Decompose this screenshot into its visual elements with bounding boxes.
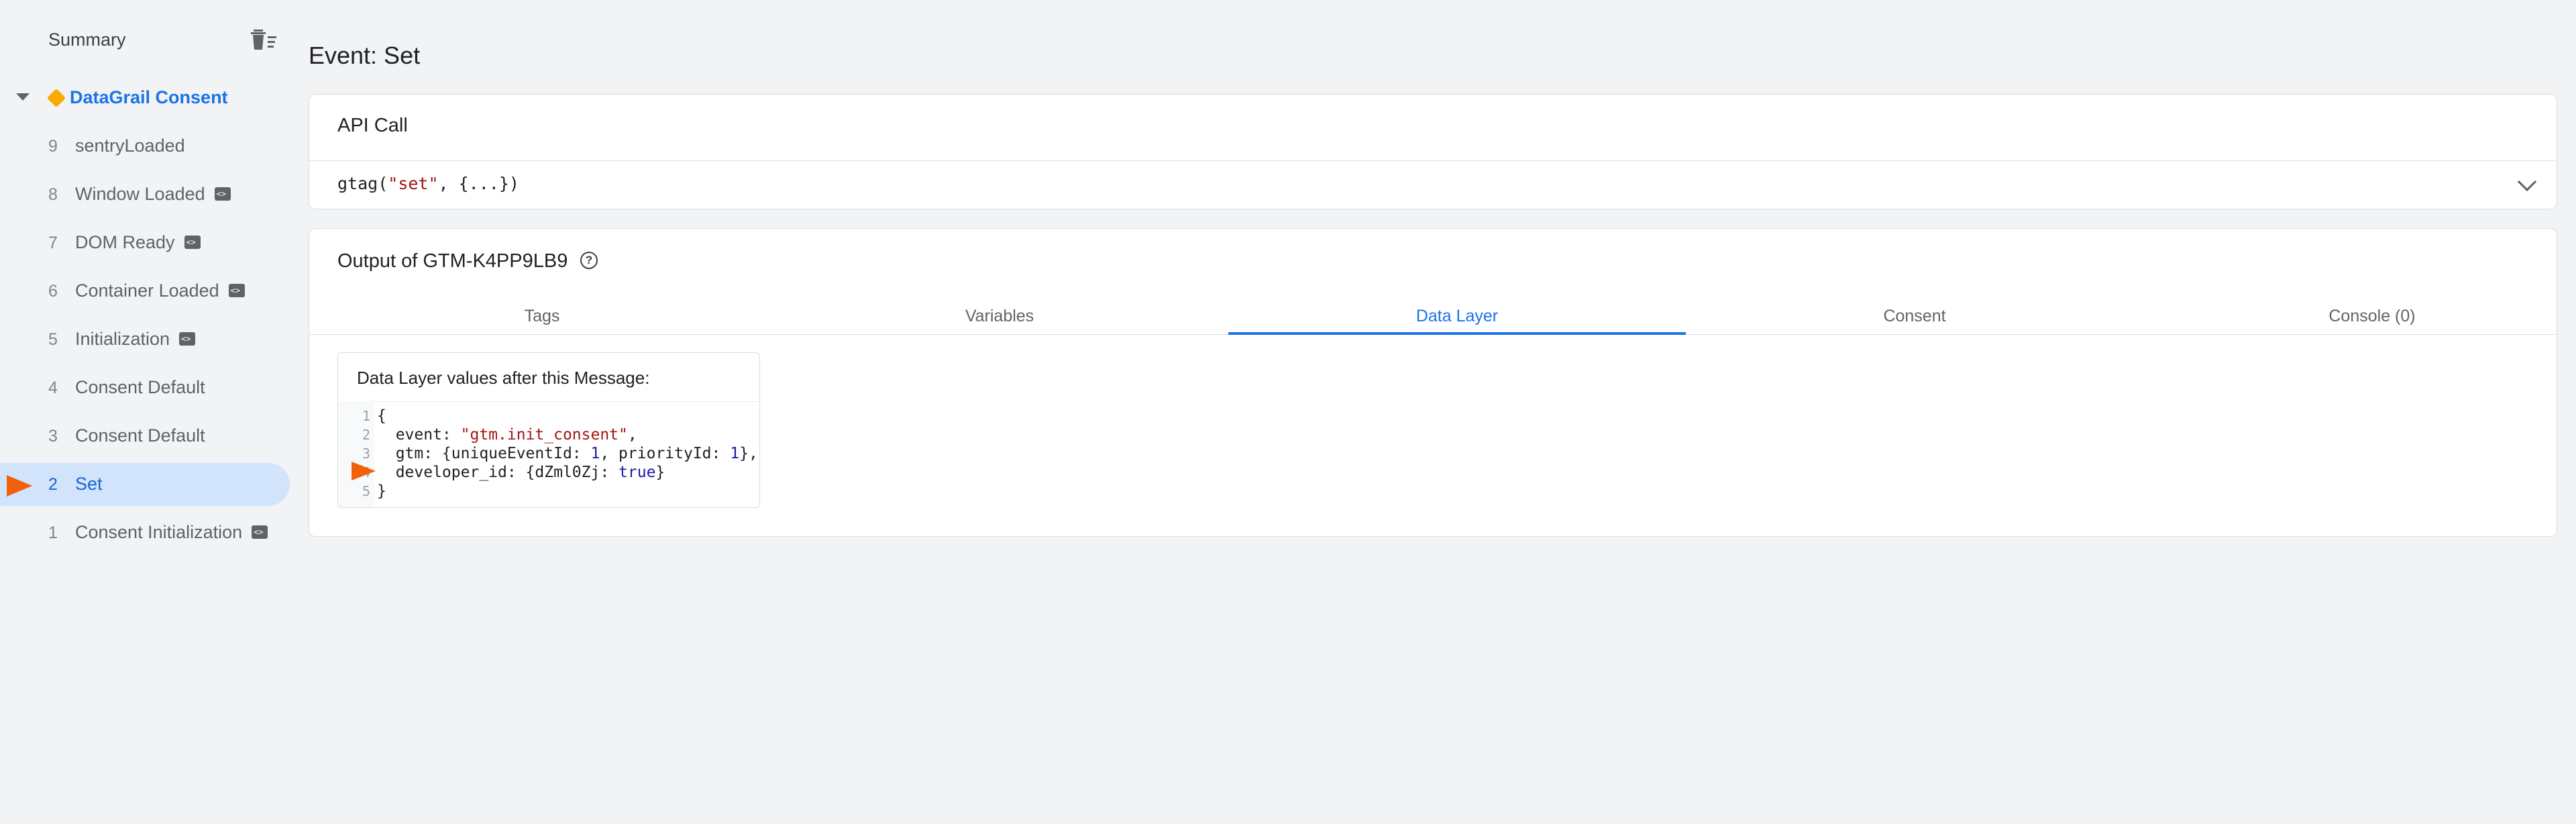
tab-consent[interactable]: Consent [1686, 296, 2143, 335]
code-badge-icon [179, 331, 196, 346]
tab-variables[interactable]: Variables [771, 296, 1228, 335]
sidebar-event-item[interactable]: 8 Window Loaded [0, 173, 290, 216]
line-content: gtm: {uniqueEventId: 1, priorityId: 1}, [377, 445, 758, 462]
summary-row[interactable]: Summary [0, 20, 295, 59]
divider [338, 401, 759, 402]
sidebar-event-item[interactable]: 2 Set [0, 463, 290, 506]
output-card: Output of GTM-K4PP9LB9 ? Tags Variables Da… [309, 228, 2557, 537]
diamond-icon [46, 88, 66, 108]
event-label: Set [75, 474, 103, 494]
event-number: 8 [48, 185, 58, 204]
chevron-down-icon[interactable] [2517, 172, 2537, 192]
sidebar-event-item[interactable]: 3 Consent Default [0, 415, 290, 458]
tab-data-layer[interactable]: Data Layer [1228, 296, 1686, 335]
event-number: 3 [48, 427, 58, 446]
page-title: Event: Set [309, 42, 421, 69]
tab-console-0[interactable]: Console (0) [2143, 296, 2576, 335]
event-label: DOM Ready [75, 232, 201, 253]
sidebar: Summary DataGrail Consent 9 sentryLoaded 8… [0, 0, 295, 824]
current-event-arrow-icon [7, 475, 32, 497]
clear-messages-icon[interactable] [250, 27, 278, 52]
event-number: 7 [48, 234, 58, 252]
api-call-title: API Call [337, 115, 408, 136]
event-label: Consent Default [75, 425, 205, 446]
line-number: 2 [362, 427, 370, 443]
data-layer-heading: Data Layer values after this Message: [357, 368, 650, 388]
code-badge-icon [252, 525, 268, 539]
line-content: event: "gtm.init_consent", [377, 426, 637, 444]
code-badge-icon [214, 187, 231, 201]
output-title: Output of GTM-K4PP9LB9 [337, 250, 568, 272]
event-label: Initialization [75, 329, 196, 350]
api-call-card: API Call gtag("set", {...}) [309, 94, 2557, 209]
event-number: 4 [48, 378, 58, 397]
code-badge-icon [184, 235, 201, 249]
sidebar-event-item[interactable]: 1 Consent Initialization [0, 511, 290, 554]
sidebar-event-item[interactable]: 6 Container Loaded [0, 270, 290, 313]
output-tabs: Tags Variables Data Layer Consent Console (0… [309, 296, 2557, 335]
event-label: sentryLoaded [75, 136, 185, 156]
event-number: 9 [48, 137, 58, 156]
collapse-caret-icon[interactable] [16, 93, 30, 101]
current-line-marker-icon [352, 462, 376, 480]
sidebar-event-item[interactable]: 9 sentryLoaded [0, 125, 290, 168]
sidebar-event-item[interactable]: 4 Consent Default [0, 366, 290, 409]
line-content: developer_id: {dZml0Zj: true} [377, 464, 665, 481]
api-call-code[interactable]: gtag("set", {...}) [337, 174, 519, 193]
code-badge-icon [228, 283, 245, 297]
event-number: 1 [48, 523, 58, 542]
tab-tags[interactable]: Tags [313, 296, 771, 335]
help-icon[interactable]: ? [580, 252, 598, 269]
line-number: 5 [362, 483, 370, 499]
container-group-label: DataGrail Consent [70, 87, 228, 107]
event-number: 6 [48, 282, 58, 301]
sidebar-event-item[interactable]: 5 Initialization [0, 318, 290, 361]
line-content: } [377, 482, 386, 500]
event-label: Consent Initialization [75, 522, 268, 543]
event-label: Container Loaded [75, 280, 245, 301]
sidebar-event-item[interactable]: 7 DOM Ready [0, 221, 290, 264]
line-content: { [377, 407, 386, 425]
event-number: 2 [48, 475, 58, 494]
divider [309, 160, 2557, 161]
summary-label: Summary [48, 29, 126, 50]
line-number: 3 [362, 446, 370, 462]
container-group[interactable]: DataGrail Consent [0, 78, 295, 117]
data-layer-panel: Data Layer values after this Message: 1 {… [337, 352, 760, 508]
event-label: Consent Default [75, 377, 205, 397]
event-number: 5 [48, 330, 58, 349]
line-number: 1 [362, 408, 370, 424]
event-label: Window Loaded [75, 184, 231, 205]
